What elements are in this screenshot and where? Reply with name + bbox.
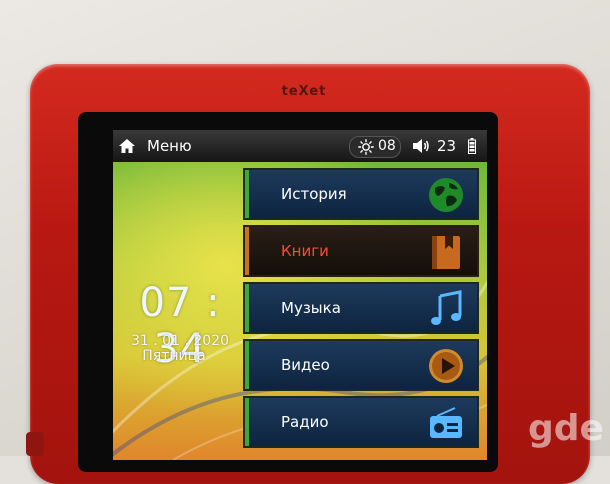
play-icon	[429, 349, 463, 383]
radio-icon	[430, 407, 462, 438]
battery-icon	[468, 138, 476, 154]
menu-item-video[interactable]: Видео	[243, 339, 479, 391]
book-icon	[432, 236, 460, 269]
brightness-value: 08	[378, 138, 396, 154]
item-stripe	[245, 284, 249, 332]
volume-value: 23	[437, 137, 457, 155]
menu-item-history[interactable]: История	[243, 168, 479, 220]
status-bar: Меню 08 23	[113, 130, 487, 162]
item-stripe	[245, 398, 249, 446]
menu-item-label: Книги	[281, 242, 329, 260]
item-stripe	[245, 170, 249, 218]
menu-item-label: Радио	[281, 413, 329, 431]
menu-item-books[interactable]: Книги	[243, 225, 479, 277]
screen-title: Меню	[147, 137, 192, 155]
music-note-icon	[431, 290, 462, 325]
menu-item-music[interactable]: Музыка	[243, 282, 479, 334]
brightness-indicator[interactable]: 08	[349, 136, 401, 158]
globe-icon	[429, 178, 463, 212]
clock-date: 31 . 01 . 2020	[131, 333, 229, 349]
screen: Меню 08 23 07: 34 31 . 01 . 2020 Пятниц…	[113, 130, 487, 460]
menu-item-label: Видео	[281, 356, 330, 374]
speaker-icon[interactable]	[412, 138, 430, 154]
side-button[interactable]	[26, 432, 44, 456]
clock-weekday: Пятница	[142, 348, 206, 364]
sun-icon	[358, 139, 374, 155]
watermark: gde	[528, 408, 604, 449]
item-stripe	[245, 341, 249, 389]
brand-logo: teXet	[281, 84, 327, 99]
menu-item-label: Музыка	[281, 299, 341, 317]
home-icon[interactable]	[119, 139, 135, 153]
menu-item-label: История	[281, 185, 347, 203]
item-stripe	[245, 227, 249, 275]
menu-item-radio[interactable]: Радио	[243, 396, 479, 448]
